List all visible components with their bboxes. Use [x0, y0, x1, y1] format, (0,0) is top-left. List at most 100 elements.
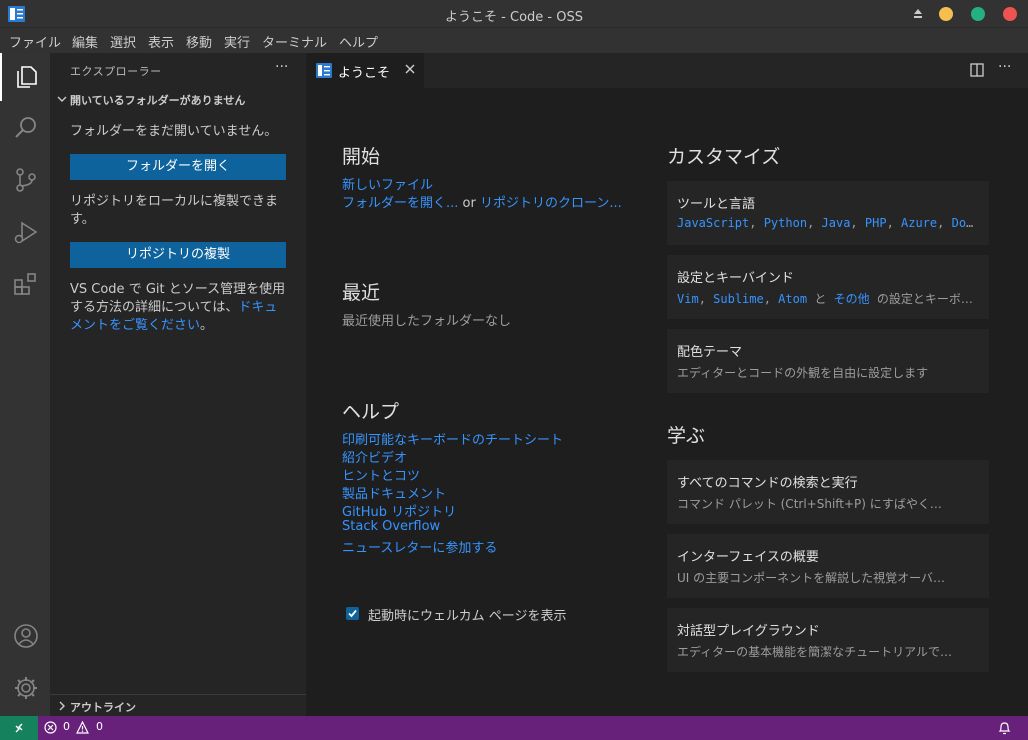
menu-go[interactable]: 移動	[186, 32, 212, 51]
docs-link-part-2[interactable]: メントをご覧ください	[70, 318, 200, 333]
section-title: 開いているフォルダーがありません	[70, 94, 246, 107]
tips-tricks-link[interactable]: ヒントとコツ	[342, 465, 420, 484]
chevron-down-icon	[57, 96, 67, 102]
interface-overview-card[interactable]: インターフェイスの概要 UI の主要コンポーネントを解説した視覚オーバ…	[667, 534, 989, 598]
php-link[interactable]: PHP	[865, 216, 887, 230]
run-debug-icon[interactable]	[13, 219, 39, 245]
new-file-link[interactable]: 新しいファイル	[342, 174, 433, 193]
eject-icon[interactable]	[911, 6, 925, 20]
sublime-link[interactable]: Sublime	[713, 292, 764, 306]
docker-link[interactable]: Docker	[952, 216, 979, 230]
checkmark-icon	[348, 609, 357, 618]
warning-icon[interactable]	[76, 721, 89, 734]
outline-title: アウトライン	[70, 701, 136, 714]
search-icon[interactable]	[13, 115, 39, 141]
card-title: インターフェイスの概要	[677, 550, 819, 565]
explorer-icon[interactable]	[13, 63, 39, 89]
card-title: すべてのコマンドの検索と実行	[677, 476, 858, 491]
title-bar: ようこそ - Code - OSS	[0, 0, 1028, 28]
and-text: と	[814, 292, 827, 306]
recent-heading: 最近	[342, 282, 381, 304]
color-theme-card[interactable]: 配色テーマ エディターとコードの外観を自由に設定します	[667, 329, 989, 393]
minimize-button[interactable]	[939, 7, 953, 21]
cheatsheet-link[interactable]: 印刷可能なキーボードのチートシート	[342, 429, 563, 448]
tab-label: ようこそ	[338, 66, 391, 81]
show-welcome-checkbox[interactable]	[346, 607, 359, 620]
account-icon[interactable]	[13, 623, 39, 649]
interactive-playground-card[interactable]: 対話型プレイグラウンド エディターの基本機能を簡潔なチュートリアルで…	[667, 608, 989, 672]
docs-link-part-1[interactable]: ドキュ	[238, 300, 277, 315]
newsletter-link[interactable]: ニュースレターに参加する	[342, 537, 497, 556]
clone-repo-link[interactable]: リポジトリのクローン...	[480, 196, 622, 211]
card-description: Vim, Sublime, Atom と その他 の設定とキーボ…	[677, 292, 973, 306]
git-help-text: VS Code で Git とソース管理を使用 する方法の詳細については、ドキュ…	[70, 281, 290, 335]
close-tab-icon[interactable]	[404, 63, 416, 75]
python-link[interactable]: Python	[764, 216, 807, 230]
github-repo-link[interactable]: GitHub リポジトリ	[342, 501, 456, 520]
clone-text: リポジトリをローカルに複製できます。	[70, 194, 279, 227]
other-link[interactable]: その他	[834, 292, 870, 306]
activity-bar	[0, 53, 50, 716]
extensions-icon[interactable]	[13, 271, 39, 297]
javascript-link[interactable]: JavaScript	[677, 216, 749, 230]
maximize-button[interactable]	[971, 7, 985, 21]
outline-section-header[interactable]: アウトライン	[50, 694, 306, 716]
menu-selection[interactable]: 選択	[110, 32, 136, 51]
no-folder-section-header[interactable]: 開いているフォルダーがありません	[50, 89, 306, 111]
menu-help[interactable]: ヘルプ	[339, 32, 378, 51]
editor-more-actions[interactable]: ···	[998, 59, 1011, 75]
tab-welcome[interactable]: ようこそ	[306, 53, 424, 88]
vim-link[interactable]: Vim	[677, 292, 699, 306]
git-text-line-1: VS Code で Git とソース管理を使用	[70, 282, 286, 297]
card-description: UI の主要コンポーネントを解説した視覚オーバ…	[677, 571, 946, 585]
sidebar-more-actions[interactable]: ···	[275, 59, 288, 75]
status-bar: 0 0	[0, 716, 1028, 740]
editor-tab-bar: ようこそ ···	[306, 53, 1028, 88]
tools-languages-card[interactable]: ツールと言語 JavaScript, Python, Java, PHP, Az…	[667, 181, 989, 245]
open-or-clone-line: フォルダーを開く... or リポジトリのクローン...	[342, 192, 622, 211]
start-heading: 開始	[342, 146, 381, 168]
customize-heading: カスタマイズ	[667, 146, 781, 168]
welcome-page: 開始 新しいファイル フォルダーを開く... or リポジトリのクローン... …	[306, 88, 1028, 716]
open-folder-button[interactable]: フォルダーを開く	[70, 154, 286, 180]
explorer-sidebar: エクスプローラー ··· 開いているフォルダーがありません フォルダーをまだ開い…	[50, 53, 306, 716]
java-link[interactable]: Java	[822, 216, 851, 230]
product-docs-link[interactable]: 製品ドキュメント	[342, 483, 446, 502]
close-window-button[interactable]	[1003, 7, 1017, 21]
warning-count[interactable]: 0	[96, 720, 103, 733]
recent-empty-text: 最近使用したフォルダーなし	[342, 314, 512, 329]
card-title: 対話型プレイグラウンド	[677, 624, 820, 639]
chevron-right-icon	[59, 701, 65, 711]
card-title: ツールと言語	[677, 197, 756, 212]
show-welcome-label[interactable]: 起動時にウェルカム ページを表示	[368, 605, 566, 624]
split-editor-icon[interactable]	[970, 63, 984, 77]
card-description: エディターとコードの外観を自由に設定します	[677, 366, 929, 380]
stack-overflow-link[interactable]: Stack Overflow	[342, 519, 440, 534]
git-text-line-2: する方法の詳細については、	[70, 300, 239, 315]
remote-indicator-button[interactable]	[0, 716, 38, 740]
open-folder-link[interactable]: フォルダーを開く...	[342, 196, 458, 211]
clone-repository-button[interactable]: リポジトリの複製	[70, 242, 286, 268]
git-text-end: 。	[200, 318, 214, 333]
sidebar-title: エクスプローラー	[70, 65, 162, 78]
command-palette-card[interactable]: すべてのコマンドの検索と実行 コマンド パレット (Ctrl+Shift+P) …	[667, 460, 989, 524]
card-title: 設定とキーバインド	[677, 271, 794, 286]
menu-file[interactable]: ファイル	[9, 32, 61, 51]
settings-gear-icon[interactable]	[13, 675, 39, 701]
menu-run[interactable]: 実行	[224, 32, 250, 51]
no-folder-text: フォルダーをまだ開いていません。	[70, 124, 278, 139]
card-title: 配色テーマ	[677, 345, 743, 360]
menu-terminal[interactable]: ターミナル	[262, 32, 327, 51]
azure-link[interactable]: Azure	[901, 216, 937, 230]
card-description: エディターの基本機能を簡潔なチュートリアルで…	[677, 645, 953, 659]
atom-link[interactable]: Atom	[778, 292, 807, 306]
notifications-bell-icon[interactable]	[998, 721, 1011, 735]
menu-edit[interactable]: 編集	[72, 32, 98, 51]
menu-view[interactable]: 表示	[148, 32, 174, 51]
error-icon[interactable]	[44, 721, 57, 734]
settings-keybindings-card[interactable]: 設定とキーバインド Vim, Sublime, Atom と その他 の設定とキ…	[667, 255, 989, 319]
intro-video-link[interactable]: 紹介ビデオ	[342, 447, 407, 466]
source-control-icon[interactable]	[13, 167, 39, 193]
error-count[interactable]: 0	[63, 720, 70, 733]
suffix-text: の設定とキーボ…	[876, 292, 973, 306]
